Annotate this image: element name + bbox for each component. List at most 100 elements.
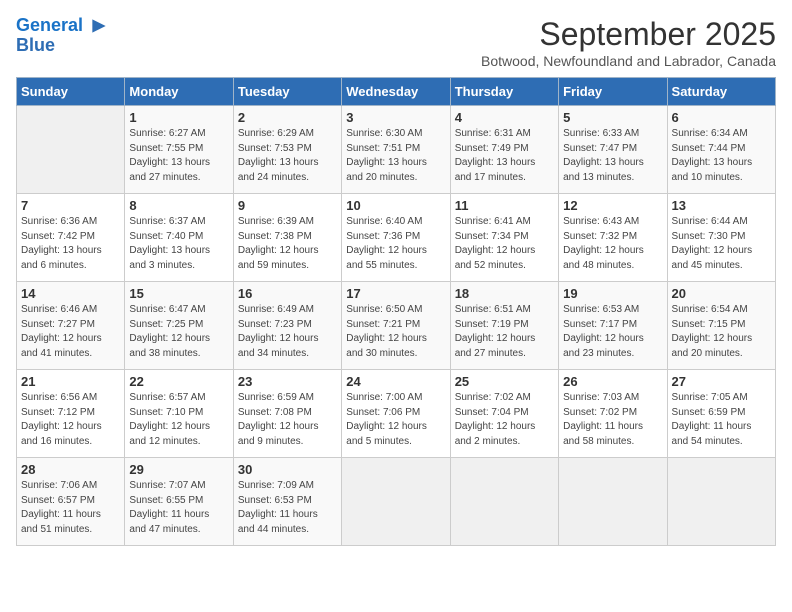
calendar-header-row: SundayMondayTuesdayWednesdayThursdayFrid… xyxy=(17,78,776,106)
header-monday: Monday xyxy=(125,78,233,106)
calendar-cell: 1 Sunrise: 6:27 AMSunset: 7:55 PMDaylight… xyxy=(125,106,233,194)
day-number: 30 xyxy=(238,462,337,477)
cell-content: Sunrise: 6:51 AMSunset: 7:19 PMDaylight:… xyxy=(455,303,554,361)
day-number: 6 xyxy=(672,110,771,125)
cell-content: Sunrise: 6:34 AMSunset: 7:44 PMDaylight:… xyxy=(672,127,771,185)
calendar-week-5: 28 Sunrise: 7:06 AMSunset: 6:57 PMDayligh… xyxy=(17,458,776,546)
cell-content: Sunrise: 6:39 AMSunset: 7:38 PMDaylight:… xyxy=(238,215,337,273)
day-number: 20 xyxy=(672,286,771,301)
cell-content: Sunrise: 6:47 AMSunset: 7:25 PMDaylight:… xyxy=(129,303,228,361)
cell-content: Sunrise: 6:31 AMSunset: 7:49 PMDaylight:… xyxy=(455,127,554,185)
day-number: 25 xyxy=(455,374,554,389)
day-number: 1 xyxy=(129,110,228,125)
calendar-cell: 14Sunrise: 6:46 AMSunset: 7:27 PMDayligh… xyxy=(17,282,125,370)
cell-content: Sunrise: 7:05 AMSunset: 6:59 PMDaylight:… xyxy=(672,391,771,449)
calendar-cell xyxy=(667,458,775,546)
cell-content: Sunrise: 7:03 AMSunset: 7:02 PMDaylight:… xyxy=(563,391,662,449)
day-number: 24 xyxy=(346,374,445,389)
cell-content: Sunrise: 7:06 AMSunset: 6:57 PMDaylight:… xyxy=(21,479,120,537)
calendar-cell xyxy=(342,458,450,546)
cell-content: Sunrise: 6:36 AMSunset: 7:42 PMDaylight:… xyxy=(21,215,120,273)
header-tuesday: Tuesday xyxy=(233,78,341,106)
calendar-cell: 30 Sunrise: 7:09 AMSunset: 6:53 PMDayligh… xyxy=(233,458,341,546)
cell-content: Sunrise: 7:02 AMSunset: 7:04 PMDaylight:… xyxy=(455,391,554,449)
day-number: 19 xyxy=(563,286,662,301)
location-subtitle: Botwood, Newfoundland and Labrador, Cana… xyxy=(481,53,776,69)
calendar-cell: 28 Sunrise: 7:06 AMSunset: 6:57 PMDayligh… xyxy=(17,458,125,546)
day-number: 18 xyxy=(455,286,554,301)
cell-content: Sunrise: 7:07 AMSunset: 6:55 PMDaylight:… xyxy=(129,479,228,537)
calendar-cell xyxy=(559,458,667,546)
calendar-cell: 7 Sunrise: 6:36 AMSunset: 7:42 PMDaylight… xyxy=(17,194,125,282)
day-number: 22 xyxy=(129,374,228,389)
cell-content: Sunrise: 6:56 AMSunset: 7:12 PMDaylight:… xyxy=(21,391,120,449)
day-number: 17 xyxy=(346,286,445,301)
calendar-week-2: 7 Sunrise: 6:36 AMSunset: 7:42 PMDaylight… xyxy=(17,194,776,282)
calendar-cell: 12 Sunrise: 6:43 AMSunset: 7:32 PMDayligh… xyxy=(559,194,667,282)
cell-content: Sunrise: 6:27 AMSunset: 7:55 PMDaylight:… xyxy=(129,127,228,185)
cell-content: Sunrise: 6:41 AMSunset: 7:34 PMDaylight:… xyxy=(455,215,554,273)
calendar-cell: 13 Sunrise: 6:44 AMSunset: 7:30 PMDayligh… xyxy=(667,194,775,282)
cell-content: Sunrise: 6:44 AMSunset: 7:30 PMDaylight:… xyxy=(672,215,771,273)
calendar-cell: 26Sunrise: 7:03 AMSunset: 7:02 PMDayligh… xyxy=(559,370,667,458)
day-number: 11 xyxy=(455,198,554,213)
page-header: General Blue September 2025 Botwood, New… xyxy=(16,16,776,69)
day-number: 14 xyxy=(21,286,120,301)
calendar-cell xyxy=(450,458,558,546)
cell-content: Sunrise: 6:59 AMSunset: 7:08 PMDaylight:… xyxy=(238,391,337,449)
cell-content: Sunrise: 6:50 AMSunset: 7:21 PMDaylight:… xyxy=(346,303,445,361)
calendar-cell: 9Sunrise: 6:39 AMSunset: 7:38 PMDaylight… xyxy=(233,194,341,282)
day-number: 16 xyxy=(238,286,337,301)
day-number: 21 xyxy=(21,374,120,389)
day-number: 27 xyxy=(672,374,771,389)
day-number: 5 xyxy=(563,110,662,125)
day-number: 10 xyxy=(346,198,445,213)
cell-content: Sunrise: 6:49 AMSunset: 7:23 PMDaylight:… xyxy=(238,303,337,361)
calendar-cell: 16 Sunrise: 6:49 AMSunset: 7:23 PMDayligh… xyxy=(233,282,341,370)
calendar-cell: 19Sunrise: 6:53 AMSunset: 7:17 PMDayligh… xyxy=(559,282,667,370)
day-number: 23 xyxy=(238,374,337,389)
calendar-cell: 22 Sunrise: 6:57 AMSunset: 7:10 PMDayligh… xyxy=(125,370,233,458)
header-sunday: Sunday xyxy=(17,78,125,106)
header-friday: Friday xyxy=(559,78,667,106)
logo: General Blue xyxy=(16,16,110,56)
cell-content: Sunrise: 6:30 AMSunset: 7:51 PMDaylight:… xyxy=(346,127,445,185)
day-number: 7 xyxy=(21,198,120,213)
day-number: 3 xyxy=(346,110,445,125)
calendar-cell: 29Sunrise: 7:07 AMSunset: 6:55 PMDayligh… xyxy=(125,458,233,546)
calendar-cell: 27 Sunrise: 7:05 AMSunset: 6:59 PMDayligh… xyxy=(667,370,775,458)
cell-content: Sunrise: 7:09 AMSunset: 6:53 PMDaylight:… xyxy=(238,479,337,537)
calendar-cell: 21 Sunrise: 6:56 AMSunset: 7:12 PMDayligh… xyxy=(17,370,125,458)
title-block: September 2025 Botwood, Newfoundland and… xyxy=(481,16,776,69)
header-thursday: Thursday xyxy=(450,78,558,106)
calendar-cell: 8Sunrise: 6:37 AMSunset: 7:40 PMDaylight… xyxy=(125,194,233,282)
day-number: 8 xyxy=(129,198,228,213)
cell-content: Sunrise: 6:33 AMSunset: 7:47 PMDaylight:… xyxy=(563,127,662,185)
header-saturday: Saturday xyxy=(667,78,775,106)
calendar-cell xyxy=(17,106,125,194)
cell-content: Sunrise: 6:40 AMSunset: 7:36 PMDaylight:… xyxy=(346,215,445,273)
day-number: 4 xyxy=(455,110,554,125)
calendar-cell: 25 Sunrise: 7:02 AMSunset: 7:04 PMDayligh… xyxy=(450,370,558,458)
calendar-cell: 5 Sunrise: 6:33 AMSunset: 7:47 PMDaylight… xyxy=(559,106,667,194)
day-number: 28 xyxy=(21,462,120,477)
calendar-cell: 23 Sunrise: 6:59 AMSunset: 7:08 PMDayligh… xyxy=(233,370,341,458)
day-number: 12 xyxy=(563,198,662,213)
day-number: 15 xyxy=(129,286,228,301)
day-number: 2 xyxy=(238,110,337,125)
month-title: September 2025 xyxy=(481,16,776,53)
logo-blue: Blue xyxy=(16,36,110,56)
cell-content: Sunrise: 6:57 AMSunset: 7:10 PMDaylight:… xyxy=(129,391,228,449)
header-wednesday: Wednesday xyxy=(342,78,450,106)
day-number: 13 xyxy=(672,198,771,213)
calendar-cell: 6 Sunrise: 6:34 AMSunset: 7:44 PMDaylight… xyxy=(667,106,775,194)
cell-content: Sunrise: 6:54 AMSunset: 7:15 PMDaylight:… xyxy=(672,303,771,361)
calendar-cell: 11 Sunrise: 6:41 AMSunset: 7:34 PMDayligh… xyxy=(450,194,558,282)
calendar-cell: 17 Sunrise: 6:50 AMSunset: 7:21 PMDayligh… xyxy=(342,282,450,370)
calendar-cell: 2Sunrise: 6:29 AMSunset: 7:53 PMDaylight… xyxy=(233,106,341,194)
cell-content: Sunrise: 6:43 AMSunset: 7:32 PMDaylight:… xyxy=(563,215,662,273)
calendar-cell: 3 Sunrise: 6:30 AMSunset: 7:51 PMDaylight… xyxy=(342,106,450,194)
calendar-week-4: 21 Sunrise: 6:56 AMSunset: 7:12 PMDayligh… xyxy=(17,370,776,458)
calendar-cell: 15 Sunrise: 6:47 AMSunset: 7:25 PMDayligh… xyxy=(125,282,233,370)
logo-text: General xyxy=(16,16,110,36)
